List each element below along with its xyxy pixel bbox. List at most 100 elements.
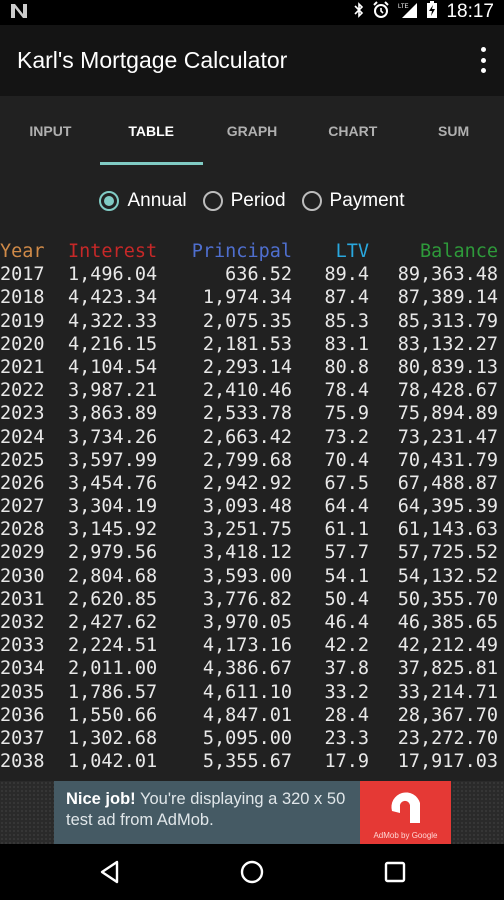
- table-row: 2026 3,454.76 2,942.92 67.5 67,488.87: [0, 472, 504, 495]
- cell-interest: 3,863.89: [68, 403, 158, 425]
- cell-interest: 1,550.66: [68, 704, 158, 726]
- svg-text:LTE: LTE: [398, 4, 409, 10]
- table-row: 2025 3,597.99 2,799.68 70.4 70,431.79: [0, 449, 504, 472]
- cell-balance: 64,395.39: [397, 496, 498, 518]
- cell-principal: 2,075.35: [202, 310, 292, 332]
- table-row: 2023 3,863.89 2,533.78 75.9 75,894.89: [0, 402, 504, 425]
- cell-interest: 4,104.54: [68, 356, 158, 378]
- table-row: 2029 2,979.56 3,418.12 57.7 57,725.52: [0, 541, 504, 564]
- cell-principal: 2,293.14: [202, 356, 292, 378]
- tab-graph[interactable]: GRAPH: [202, 96, 303, 166]
- cell-principal: 5,355.67: [202, 751, 292, 773]
- radio-annual[interactable]: Annual: [99, 190, 187, 212]
- cell-year: 2022: [0, 380, 45, 402]
- tab-bar: INPUT TABLE GRAPH CHART SUM: [0, 96, 504, 166]
- table-row: 2035 1,786.57 4,611.10 33.2 33,214.71: [0, 681, 504, 704]
- cell-principal: 4,847.01: [202, 704, 292, 726]
- view-mode-radio-group: Annual Period Payment: [0, 190, 504, 212]
- cell-year: 2035: [0, 681, 45, 703]
- cell-principal: 3,970.05: [202, 612, 292, 633]
- status-bar: LTE 18:17: [0, 0, 504, 25]
- header-year: Year: [0, 241, 45, 262]
- tab-chart[interactable]: CHART: [302, 96, 403, 166]
- home-icon[interactable]: [238, 858, 266, 886]
- cell-balance: 37,825.81: [397, 658, 498, 680]
- cell-year: 2038: [0, 751, 45, 773]
- table-row: 2031 2,620.85 3,776.82 50.4 50,355.70: [0, 588, 504, 611]
- cell-balance: 83,132.27: [397, 333, 498, 355]
- cell-year: 2025: [0, 449, 45, 471]
- cell-principal: 3,251.75: [202, 519, 292, 541]
- table-row: 2030 2,804.68 3,593.00 54.1 54,132.52: [0, 565, 504, 588]
- table-row: 2022 3,987.21 2,410.46 78.4 78,428.67: [0, 379, 504, 402]
- cell-year: 2017: [0, 264, 45, 286]
- admob-logo-text: AdMob by Google: [373, 831, 438, 840]
- cell-ltv: 64.4: [324, 496, 369, 518]
- cell-interest: 3,145.92: [68, 519, 158, 541]
- cell-principal: 4,173.16: [202, 635, 292, 657]
- radio-unchecked-icon[interactable]: [301, 191, 322, 211]
- cell-balance: 85,313.79: [397, 310, 498, 332]
- cell-interest: 1,786.57: [68, 681, 158, 703]
- n-notification-icon: [10, 3, 28, 24]
- tab-input[interactable]: INPUT: [0, 96, 101, 166]
- recents-icon[interactable]: [381, 858, 409, 886]
- cell-ltv: 89.4: [324, 264, 369, 286]
- table-row: 2019 4,322.33 2,075.35 85.3 85,313.79: [0, 310, 504, 333]
- cell-interest: 1,302.68: [68, 727, 158, 749]
- cell-year: 2027: [0, 496, 45, 518]
- back-icon[interactable]: [96, 858, 124, 886]
- cell-year: 2034: [0, 658, 45, 680]
- cell-year: 2024: [0, 426, 45, 448]
- cell-balance: 33,214.71: [397, 681, 498, 703]
- table-row: 2032 2,427.62 3,970.05 46.4 46,385.65: [0, 611, 504, 634]
- cell-balance: 89,363.48: [397, 264, 498, 286]
- tab-table[interactable]: TABLE: [99, 96, 203, 166]
- radio-checked-icon[interactable]: [99, 191, 120, 211]
- ad-banner[interactable]: Nice job! You're displaying a 320 x 50 t…: [54, 781, 360, 844]
- table-row: 2018 4,423.34 1,974.34 87.4 87,389.14: [0, 286, 504, 309]
- cell-year: 2018: [0, 287, 45, 309]
- amortization-table: Year Interest Principal LTV Balance 2017…: [0, 240, 504, 773]
- cell-year: 2026: [0, 472, 45, 494]
- cell-ltv: 17.9: [324, 751, 369, 773]
- cell-balance: 23,272.70: [397, 727, 498, 749]
- tab-sum[interactable]: SUM: [403, 96, 504, 166]
- alarm-icon: [372, 1, 390, 23]
- cell-interest: 3,597.99: [68, 449, 158, 471]
- cell-ltv: 37.8: [324, 658, 369, 680]
- cell-year: 2020: [0, 333, 45, 355]
- cell-principal: 2,533.78: [202, 403, 292, 425]
- cell-interest: 2,804.68: [68, 565, 158, 587]
- admob-logo[interactable]: AdMob by Google: [360, 781, 451, 844]
- cell-year: 2037: [0, 727, 45, 749]
- cell-ltv: 61.1: [324, 519, 369, 541]
- radio-unchecked-icon[interactable]: [202, 191, 223, 211]
- more-vert-icon[interactable]: [478, 47, 488, 73]
- radio-period[interactable]: Period: [202, 190, 286, 212]
- cell-interest: 3,987.21: [68, 380, 158, 402]
- app-bar: Karl's Mortgage Calculator: [0, 25, 504, 96]
- cell-balance: 70,431.79: [397, 449, 498, 471]
- radio-payment[interactable]: Payment: [301, 190, 405, 212]
- cell-ltv: 54.1: [324, 565, 369, 587]
- cell-principal: 3,418.12: [202, 542, 292, 564]
- cell-balance: 87,389.14: [397, 287, 498, 309]
- table-row: 2024 3,734.26 2,663.42 73.2 73,231.47: [0, 426, 504, 449]
- cell-interest: 3,304.19: [68, 496, 158, 518]
- cell-year: 2019: [0, 310, 45, 332]
- cell-interest: 3,454.76: [68, 472, 158, 494]
- ad-bold-text: Nice job!: [66, 790, 136, 808]
- cell-balance: 57,725.52: [397, 542, 498, 564]
- app-title: Karl's Mortgage Calculator: [17, 47, 288, 73]
- cell-interest: 4,216.15: [68, 333, 158, 355]
- lte-signal-icon: LTE: [398, 1, 418, 23]
- cell-ltv: 42.2: [324, 635, 369, 657]
- cell-principal: 1,974.34: [202, 287, 292, 309]
- cell-balance: 61,143.63: [397, 519, 498, 541]
- cell-balance: 73,231.47: [397, 426, 498, 448]
- cell-year: 2033: [0, 635, 45, 657]
- cell-ltv: 46.4: [324, 612, 369, 633]
- cell-balance: 54,132.52: [397, 565, 498, 587]
- cell-principal: 2,181.53: [202, 333, 292, 355]
